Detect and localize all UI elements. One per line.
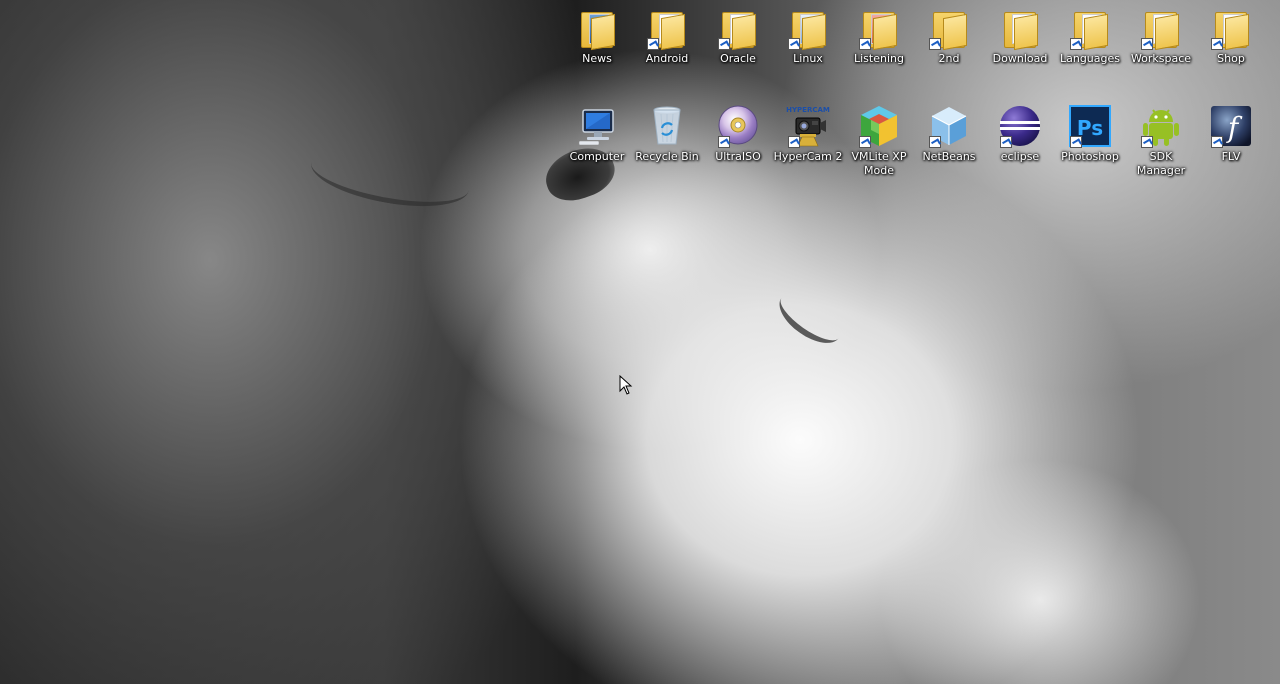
- desktop-icon-linux[interactable]: Linux: [773, 6, 843, 66]
- desktop-icon-shop[interactable]: Shop: [1196, 6, 1266, 66]
- desktop-icon-recycle-bin[interactable]: Recycle Bin: [632, 104, 702, 164]
- desktop-icon-label: Shop: [1217, 52, 1245, 65]
- desktop-icon-label: Android: [645, 52, 689, 65]
- desktop-icon-computer[interactable]: Computer: [562, 104, 632, 164]
- wallpaper-eye: [306, 136, 474, 217]
- folder-icon: [1068, 6, 1112, 51]
- cube-icon: [857, 104, 901, 148]
- flash-icon: f: [1209, 104, 1253, 148]
- folder-icon: [857, 6, 901, 51]
- desktop-icon-label: FLV: [1221, 150, 1241, 163]
- desktop-icon-2nd[interactable]: 2nd: [914, 6, 984, 66]
- desktop-icon-label: Computer: [569, 150, 625, 163]
- desktop-icon-label: HyperCam 2: [773, 150, 843, 163]
- desktop-icon-label: Oracle: [720, 52, 756, 65]
- desktop-icon-label: News: [582, 52, 612, 65]
- folder-icon: [998, 6, 1042, 51]
- shortcut-arrow-icon: [1000, 136, 1012, 148]
- desktop-icon-news[interactable]: News: [562, 6, 632, 66]
- desktop-icon-eclipse[interactable]: eclipse: [985, 104, 1055, 164]
- desktop-icon-label: Photoshop: [1061, 150, 1119, 163]
- wallpaper-puppy-eye: [771, 283, 849, 353]
- folder-icon: [927, 6, 971, 51]
- desktop-icon-label: SDK Manager: [1136, 150, 1186, 177]
- desktop-icon-label: Languages: [1059, 52, 1121, 65]
- shortcut-arrow-icon: [1211, 136, 1223, 148]
- shortcut-arrow-icon: [1141, 136, 1153, 148]
- desktop-icon-label: Linux: [793, 52, 823, 65]
- disc-icon: [716, 104, 760, 148]
- desktop-icon-languages[interactable]: Languages: [1055, 6, 1125, 66]
- folder-icon: [1139, 6, 1183, 51]
- desktop-icon-hypercam[interactable]: HYPERCAM HyperCam 2: [773, 104, 843, 164]
- desktop-icon-photoshop[interactable]: Ps Photoshop: [1055, 104, 1125, 164]
- shortcut-arrow-icon: [929, 136, 941, 148]
- desktop-icon-oracle[interactable]: Oracle: [703, 6, 773, 66]
- desktop-icon-label: Workspace: [1130, 52, 1192, 65]
- desktop-icon-listening[interactable]: Listening: [844, 6, 914, 66]
- desktop-background: News Android Oracle Linux Listening 2nd …: [0, 0, 1280, 684]
- desktop-icon-label: Download: [992, 52, 1048, 65]
- computer-icon: [575, 104, 619, 148]
- shortcut-arrow-icon: [1070, 38, 1082, 50]
- folder-icon: [575, 6, 619, 51]
- shortcut-arrow-icon: [718, 136, 730, 148]
- shortcut-arrow-icon: [929, 38, 941, 50]
- desktop-icon-android[interactable]: Android: [632, 6, 702, 66]
- hypercam-icon-text: HYPERCAM: [786, 106, 830, 114]
- folder-icon: [786, 6, 830, 51]
- shortcut-arrow-icon: [1070, 136, 1082, 148]
- desktop-icon-vmlite[interactable]: VMLite XP Mode: [844, 104, 914, 178]
- recycle-bin-icon: [645, 104, 689, 148]
- desktop-icon-label: Listening: [854, 52, 904, 65]
- desktop-icon-workspace[interactable]: Workspace: [1126, 6, 1196, 66]
- netbeans-cube-icon: [927, 104, 971, 148]
- shortcut-arrow-icon: [647, 38, 659, 50]
- shortcut-arrow-icon: [788, 136, 800, 148]
- folder-icon: [716, 6, 760, 51]
- shortcut-arrow-icon: [1141, 38, 1153, 50]
- desktop-icon-ultraiso[interactable]: UltraISO: [703, 104, 773, 164]
- desktop-icon-label: VMLite XP Mode: [851, 150, 907, 177]
- desktop-icon-flv[interactable]: f FLV: [1196, 104, 1266, 164]
- desktop-icon-label: eclipse: [1000, 150, 1040, 163]
- folder-icon: [645, 6, 689, 51]
- desktop-icon-label: UltraISO: [715, 150, 761, 163]
- desktop-icon-label: 2nd: [938, 52, 960, 65]
- android-icon: [1139, 104, 1183, 148]
- desktop-icon-netbeans[interactable]: NetBeans: [914, 104, 984, 164]
- desktop-icon-download[interactable]: Download: [985, 6, 1055, 66]
- shortcut-arrow-icon: [859, 136, 871, 148]
- desktop-icon-label: Recycle Bin: [635, 150, 699, 163]
- shortcut-arrow-icon: [718, 38, 730, 50]
- folder-icon: [1209, 6, 1253, 51]
- eclipse-icon: [998, 104, 1042, 148]
- shortcut-arrow-icon: [788, 38, 800, 50]
- photoshop-icon: Ps: [1068, 104, 1112, 148]
- shortcut-arrow-icon: [1211, 38, 1223, 50]
- desktop-icon-sdk-manager[interactable]: SDK Manager: [1126, 104, 1196, 178]
- shortcut-arrow-icon: [859, 38, 871, 50]
- desktop-icon-label: NetBeans: [922, 150, 976, 163]
- camera-icon: HYPERCAM: [786, 104, 830, 148]
